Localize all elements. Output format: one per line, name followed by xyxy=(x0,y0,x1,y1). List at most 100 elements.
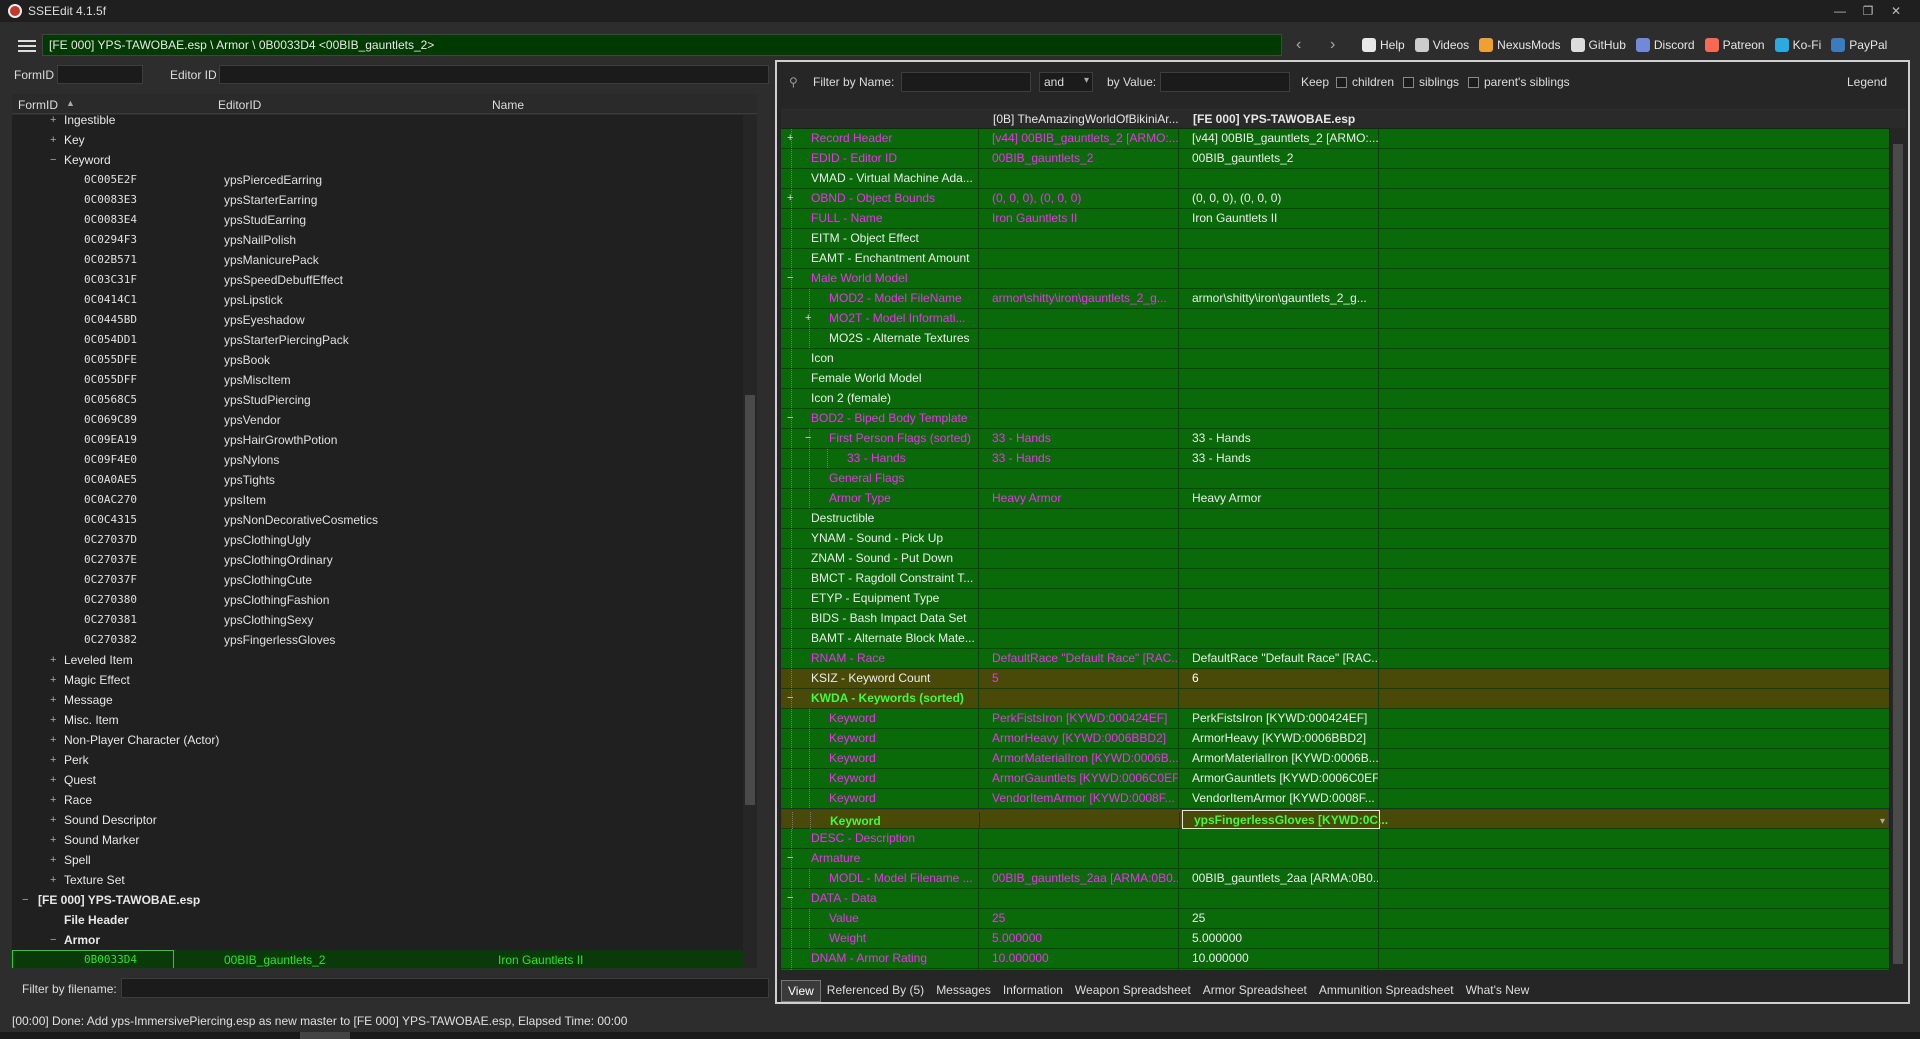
tree-row[interactable]: − [FE 000] YPS-TAWOBAE.esp xyxy=(12,890,757,910)
record-field-row[interactable]: VMAD - Virtual Machine Ada... xyxy=(781,169,1889,189)
tab-referenced-by-5-[interactable]: Referenced By (5) xyxy=(821,980,930,1002)
master-value-cell[interactable]: VendorItemArmor [KYWD:0008F... xyxy=(980,789,1179,808)
record-field-row[interactable]: Weight 5.000000 5.000000 xyxy=(781,929,1889,949)
record-field-row[interactable]: MODL - Model Filename ... 00BIB_gauntlets… xyxy=(781,869,1889,889)
tree-row[interactable]: + Quest xyxy=(12,770,757,790)
tab-messages[interactable]: Messages xyxy=(930,980,997,1002)
master-value-cell[interactable] xyxy=(980,269,1179,288)
expand-icon[interactable]: + xyxy=(50,710,56,730)
expand-icon[interactable]: − xyxy=(787,689,793,708)
filter-value-input[interactable] xyxy=(1160,72,1290,92)
master-value-cell[interactable]: (0, 0, 0), (0, 0, 0) xyxy=(980,189,1179,208)
maximize-button[interactable]: ❐ xyxy=(1854,0,1882,22)
record-path-bar[interactable]: [FE 000] YPS-TAWOBAE.esp \ Armor \ 0B003… xyxy=(42,34,1282,56)
tree-row[interactable]: + Misc. Item xyxy=(12,710,757,730)
active-value-cell[interactable]: 00BIB_gauntlets_2 xyxy=(1180,149,1379,168)
tree-row[interactable]: 0C055DFF ypsMiscItem xyxy=(12,370,757,390)
record-field-row[interactable]: ZNAM - Sound - Put Down xyxy=(781,549,1889,569)
tree-row[interactable]: 0C0AC270 ypsItem xyxy=(12,490,757,510)
master-value-cell[interactable]: ArmorMaterialIron [KYWD:0006B... xyxy=(980,749,1179,768)
tree-row[interactable]: + Magic Effect xyxy=(12,670,757,690)
active-value-cell[interactable] xyxy=(1180,589,1379,608)
master-value-cell[interactable]: ArmorHeavy [KYWD:0006BBD2] xyxy=(980,729,1179,748)
tree-row[interactable]: + Message xyxy=(12,690,757,710)
tree-row[interactable]: 0C270381 ypsClothingSexy xyxy=(12,610,757,630)
record-field-row[interactable]: Keyword ArmorGauntlets [KYWD:0006C0EF] Arm… xyxy=(781,769,1889,789)
record-field-row[interactable]: BAMT - Alternate Block Mate... xyxy=(781,629,1889,649)
record-field-row[interactable]: Armor Type Heavy Armor Heavy Armor xyxy=(781,489,1889,509)
master-value-cell[interactable]: 10.000000 xyxy=(980,949,1179,968)
active-value-cell[interactable]: Iron Gauntlets II xyxy=(1180,209,1379,228)
master-value-cell[interactable] xyxy=(980,589,1179,608)
record-field-row[interactable]: + MO2T - Model Informati... xyxy=(781,309,1889,329)
record-field-row[interactable]: Keyword ArmorMaterialIron [KYWD:0006B... A… xyxy=(781,749,1889,769)
pin-icon[interactable]: ⚲ xyxy=(789,75,798,89)
filter-filename-input[interactable] xyxy=(121,978,769,998)
link-help[interactable]: Help xyxy=(1362,38,1405,52)
close-button[interactable]: ✕ xyxy=(1882,0,1910,22)
link-discord[interactable]: Discord xyxy=(1635,38,1695,52)
tree-row[interactable]: 0C09F4E0 ypsNylons xyxy=(12,450,757,470)
record-field-row[interactable]: General Flags xyxy=(781,469,1889,489)
tree-row[interactable]: 0C02B571 ypsManicurePack xyxy=(12,250,757,270)
expand-icon[interactable]: + xyxy=(50,830,56,850)
expand-icon[interactable]: + xyxy=(50,650,56,670)
active-value-cell[interactable]: (0, 0, 0), (0, 0, 0) xyxy=(1180,189,1379,208)
active-value-cell[interactable] xyxy=(1180,389,1379,408)
record-field-row[interactable]: − KWDA - Keywords (sorted) xyxy=(781,689,1889,709)
filter-name-input[interactable] xyxy=(901,72,1031,92)
link-videos[interactable]: Videos xyxy=(1414,38,1469,52)
master-value-cell[interactable]: Iron Gauntlets II xyxy=(980,209,1179,228)
master-value-cell[interactable] xyxy=(980,329,1179,348)
tree-row[interactable]: 0C270380 ypsClothingFashion xyxy=(12,590,757,610)
master-value-cell[interactable] xyxy=(980,509,1179,528)
active-value-cell[interactable] xyxy=(1180,549,1379,568)
record-field-row[interactable]: KSIZ - Keyword Count 5 6 xyxy=(781,669,1889,689)
active-value-cell[interactable] xyxy=(1180,169,1379,188)
editorid-input[interactable] xyxy=(219,65,769,84)
master-value-cell[interactable]: [v44] 00BIB_gauntlets_2 [ARMO:... xyxy=(980,129,1179,148)
expand-icon[interactable]: + xyxy=(787,189,793,208)
tree-scrollbar[interactable] xyxy=(743,115,757,968)
record-field-row[interactable]: FULL - Name Iron Gauntlets II Iron Gauntle… xyxy=(781,209,1889,229)
column-active-plugin[interactable]: [FE 000] YPS-TAWOBAE.esp xyxy=(1193,112,1355,126)
master-value-cell[interactable] xyxy=(980,849,1179,868)
record-field-row[interactable]: + OBND - Object Bounds (0, 0, 0), (0, 0, 0… xyxy=(781,189,1889,209)
column-name[interactable]: Name xyxy=(492,98,524,112)
children-checkbox[interactable] xyxy=(1336,77,1347,88)
active-value-cell[interactable] xyxy=(1180,689,1379,708)
expand-icon[interactable]: − xyxy=(787,889,793,908)
tab-what-s-new[interactable]: What's New xyxy=(1460,980,1536,1002)
active-value-cell[interactable] xyxy=(1180,309,1379,328)
record-field-row[interactable]: Keyword ypsFingerlessGloves [KYWD:0C... xyxy=(781,809,1889,831)
tab-ammunition-spreadsheet[interactable]: Ammunition Spreadsheet xyxy=(1313,980,1460,1002)
master-value-cell[interactable]: ArmorGauntlets [KYWD:0006C0EF] xyxy=(980,769,1179,788)
active-value-cell[interactable]: [v44] 00BIB_gauntlets_2 [ARMO:... xyxy=(1180,129,1379,148)
active-value-cell[interactable] xyxy=(1180,629,1379,648)
active-value-cell[interactable] xyxy=(1180,529,1379,548)
minimize-button[interactable]: — xyxy=(1826,0,1854,22)
tree-row[interactable]: 0C0445BD ypsEyeshadow xyxy=(12,310,757,330)
master-value-cell[interactable]: Heavy Armor xyxy=(980,489,1179,508)
master-value-cell[interactable]: 00BIB_gauntlets_2aa [ARMA:0B0... xyxy=(980,869,1179,888)
tree-row[interactable]: File Header xyxy=(12,910,757,930)
tab-weapon-spreadsheet[interactable]: Weapon Spreadsheet xyxy=(1069,980,1197,1002)
tree-row[interactable]: 0C27037E ypsClothingOrdinary xyxy=(12,550,757,570)
tree-row[interactable]: + Texture Set xyxy=(12,870,757,890)
tree-row[interactable]: 0C03C31F ypsSpeedDebuffEffect xyxy=(12,270,757,290)
active-value-cell[interactable]: PerkFistsIron [KYWD:000424EF] xyxy=(1180,709,1379,728)
tree-row[interactable]: + Leveled Item xyxy=(12,650,757,670)
tree-row[interactable]: + Sound Marker xyxy=(12,830,757,850)
active-value-cell[interactable]: DefaultRace "Default Race" [RAC... xyxy=(1180,649,1379,668)
tab-information[interactable]: Information xyxy=(997,980,1069,1002)
expand-icon[interactable]: − xyxy=(787,849,793,868)
expand-icon[interactable]: − xyxy=(50,150,56,170)
active-value-cell[interactable]: VendorItemArmor [KYWD:0008F... xyxy=(1180,789,1379,808)
expand-icon[interactable]: + xyxy=(50,730,56,750)
active-value-cell[interactable] xyxy=(1180,569,1379,588)
active-value-cell[interactable] xyxy=(1180,889,1379,908)
expand-icon[interactable]: − xyxy=(787,269,793,288)
active-value-cell[interactable]: 00BIB_gauntlets_2aa [ARMA:0B0... xyxy=(1180,869,1379,888)
active-value-cell[interactable]: Heavy Armor xyxy=(1180,489,1379,508)
expand-icon[interactable]: − xyxy=(50,930,56,950)
